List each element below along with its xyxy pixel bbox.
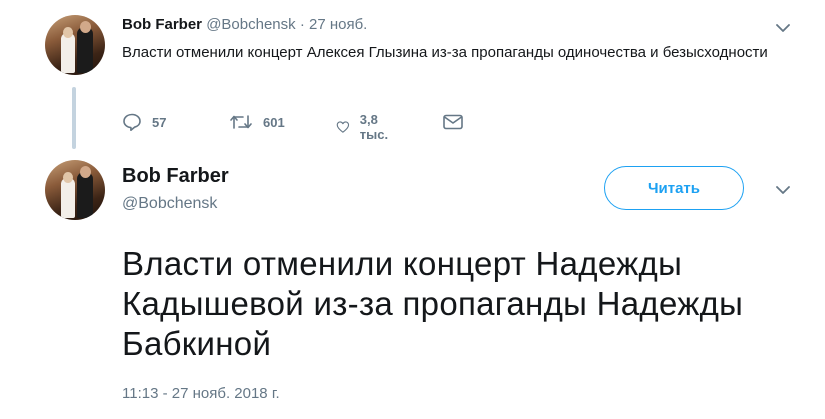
tweet2-text: Власти отменили концерт Надежды Кадышево… — [122, 245, 744, 362]
like-button[interactable]: 3,8 тыс. — [336, 112, 394, 142]
retweet-icon — [230, 115, 252, 129]
reply-icon — [123, 113, 141, 131]
like-icon — [336, 121, 350, 133]
like-count: 3,8 тыс. — [359, 112, 389, 142]
direct-message-button[interactable] — [442, 112, 464, 132]
tweet2-timestamp[interactable]: 11:13 - 27 нояб. 2018 г. — [122, 385, 280, 402]
tweet1-avatar[interactable] — [45, 15, 105, 75]
avatar-figure — [63, 27, 73, 38]
tweet1-date[interactable]: 27 нояб. — [309, 16, 367, 33]
tweet1-author-handle[interactable]: @Bobchensk — [206, 16, 295, 33]
chevron-down-icon[interactable] — [776, 24, 790, 33]
tweet1-author-name[interactable]: Bob Farber — [122, 16, 202, 33]
avatar-figure — [61, 33, 75, 73]
tweet1-header: Bob Farber @Bobchensk · 27 нояб. — [122, 16, 367, 33]
avatar-figure — [63, 172, 73, 183]
avatar-figure — [61, 178, 75, 218]
avatar-figure — [80, 166, 91, 178]
avatar-figure — [80, 21, 91, 33]
direct-message-icon — [443, 114, 463, 130]
tweet2-avatar[interactable] — [45, 160, 105, 220]
tweet1-text: Власти отменили концерт Алексея Глызина … — [122, 44, 768, 61]
avatar-figure — [77, 172, 93, 218]
tweet1-separator: · — [299, 16, 305, 33]
follow-button[interactable]: Читать — [604, 166, 744, 210]
tweet2-author-name[interactable]: Bob Farber — [122, 165, 229, 188]
retweet-count: 601 — [263, 114, 285, 130]
retweet-button[interactable]: 601 — [229, 112, 285, 132]
reply-button[interactable]: 57 — [122, 112, 166, 132]
chevron-down-icon[interactable] — [776, 186, 790, 195]
tweet2-author-handle[interactable]: @Bobchensk — [122, 195, 217, 213]
reply-count: 57 — [152, 114, 167, 130]
thread-connector-line — [72, 87, 76, 149]
avatar-figure — [77, 27, 93, 73]
